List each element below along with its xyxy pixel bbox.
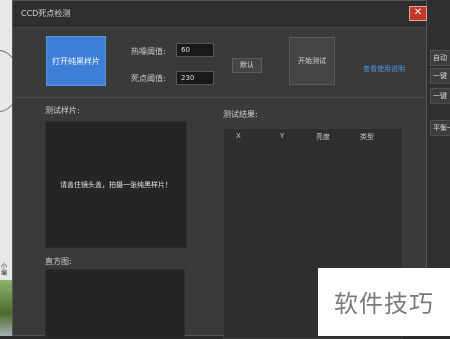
- start-test-button[interactable]: 开始测试: [289, 37, 335, 85]
- close-button[interactable]: ✕: [409, 6, 427, 21]
- close-icon: ✕: [413, 7, 423, 18]
- window-title: CCD死点检测: [21, 9, 71, 18]
- hot-noise-threshold-label: 热噪阈值:: [131, 47, 166, 56]
- column-header-x[interactable]: X: [236, 132, 241, 140]
- background-side-button-auto[interactable]: 自动: [430, 50, 450, 66]
- dead-pixel-threshold-input[interactable]: 230: [176, 71, 214, 85]
- test-sample-label: 测试样片:: [45, 106, 80, 115]
- column-header-brightness[interactable]: 亮度: [316, 132, 330, 142]
- histogram-label: 直方图:: [45, 257, 72, 266]
- background-side-button-onekey-1[interactable]: 一键: [430, 68, 450, 84]
- view-instructions-link[interactable]: 查看使用说明: [363, 64, 405, 74]
- open-black-sample-button[interactable]: 打开纯黑样片: [46, 36, 106, 86]
- title-bar[interactable]: CCD死点检测 ✕: [13, 1, 427, 26]
- hot-noise-threshold-input[interactable]: 60: [176, 43, 214, 57]
- default-button[interactable]: 默认: [232, 58, 262, 73]
- divider: [13, 97, 426, 98]
- background-side-button-balance[interactable]: 平衡一: [430, 120, 450, 136]
- column-header-y[interactable]: Y: [280, 132, 284, 140]
- background-thumbnail: [0, 280, 12, 336]
- test-sample-preview: 请盖住镜头盖，拍摄一张纯黑样片！: [45, 121, 187, 248]
- column-header-type[interactable]: 类型: [360, 132, 374, 142]
- watermark-box: 软件技巧: [318, 268, 450, 336]
- dead-pixel-threshold-label: 死点阈值:: [131, 74, 166, 83]
- sample-instruction-text: 请盖住镜头盖，拍摄一张纯黑样片！: [60, 181, 172, 189]
- watermark-text: 软件技巧: [334, 290, 434, 318]
- background-side-button-onekey-2[interactable]: 一键: [430, 88, 450, 104]
- background-left-text: 小编: [1, 263, 8, 277]
- histogram-panel: [45, 269, 185, 339]
- test-results-label: 测试结果:: [223, 110, 258, 119]
